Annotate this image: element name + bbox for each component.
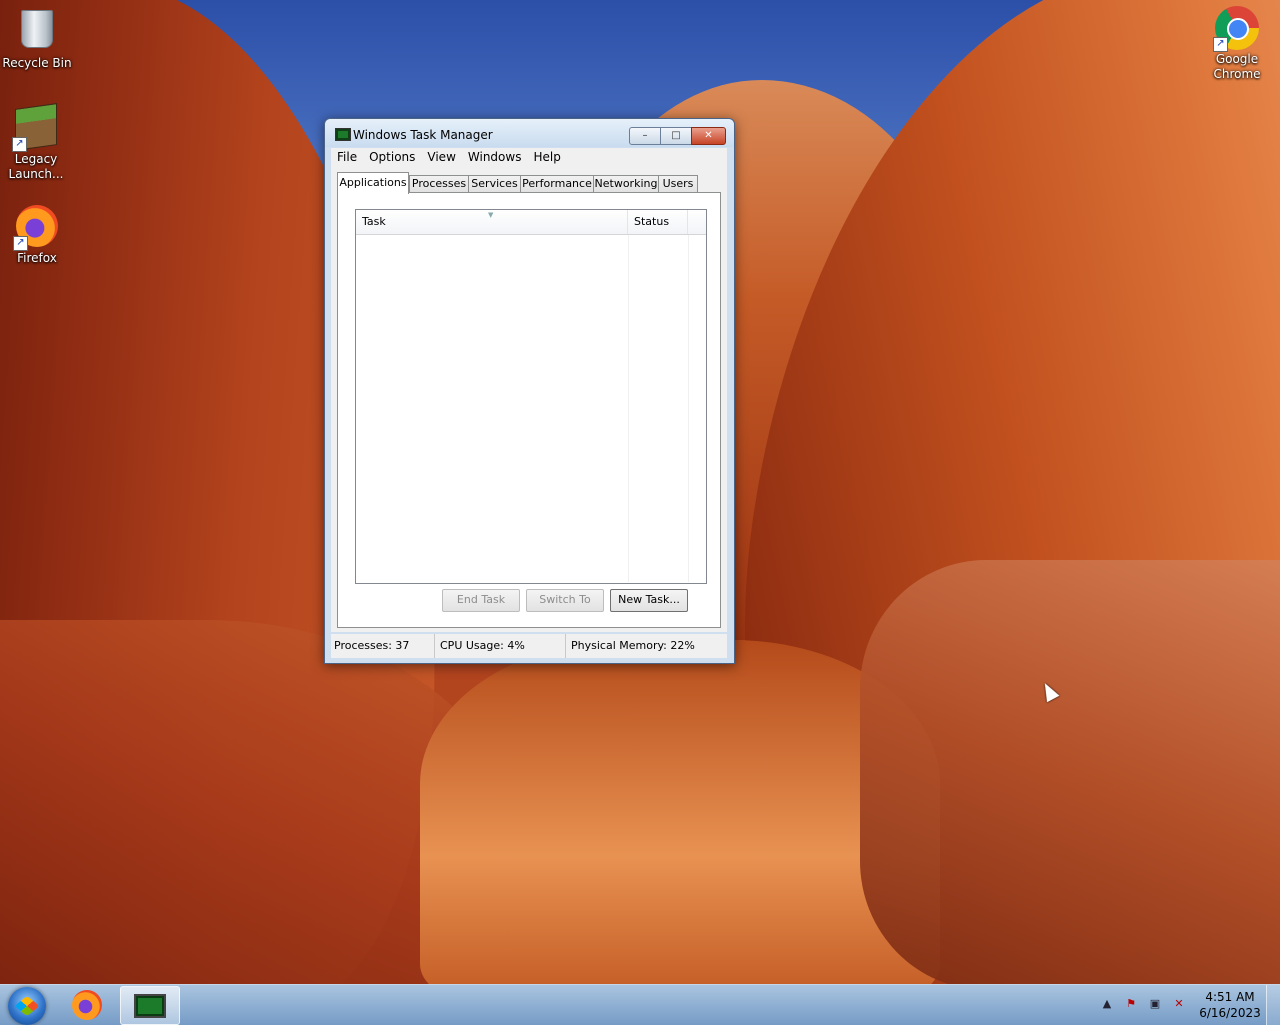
show-hidden-icons-button[interactable]: ▲ — [1100, 997, 1114, 1011]
task-list[interactable]: Task ▼ Status — [355, 209, 707, 584]
shortcut-arrow-icon: ↗ — [13, 236, 28, 251]
desktop-icon-chrome[interactable]: ↗ Google Chrome — [1200, 6, 1274, 82]
desktop-icon-legacy-launcher[interactable]: ↗ Legacy Launch... — [0, 103, 72, 182]
status-physical-memory: Physical Memory: 22% — [571, 639, 695, 652]
maximize-button[interactable]: □ — [660, 127, 692, 145]
firefox-icon — [72, 990, 102, 1020]
tab-users[interactable]: Users — [658, 175, 698, 193]
action-center-flag-icon[interactable]: ⚑ — [1124, 997, 1138, 1011]
window-title: Windows Task Manager — [353, 128, 493, 142]
client-area: Applications Processes Services Performa… — [331, 166, 727, 632]
tab-networking[interactable]: Networking — [593, 175, 659, 193]
start-button[interactable] — [8, 987, 46, 1025]
column-divider — [688, 235, 689, 582]
desktop-icon-label: Firefox — [17, 251, 57, 265]
desktop-icon-label: Recycle Bin — [2, 56, 72, 70]
tab-services[interactable]: Services — [468, 175, 521, 193]
title-bar[interactable]: Windows Task Manager – □ ✕ — [325, 119, 734, 147]
recycle-bin-icon — [15, 10, 59, 54]
column-divider — [628, 235, 629, 582]
desktop-icon-label: Legacy Launch... — [8, 152, 64, 181]
status-bar: Processes: 37 CPU Usage: 4% Physical Mem… — [331, 634, 727, 658]
menu-file[interactable]: File — [331, 148, 363, 166]
shortcut-arrow-icon: ↗ — [12, 137, 27, 152]
minecraft-launcher-icon: ↗ — [12, 103, 58, 152]
menu-view[interactable]: View — [421, 148, 461, 166]
end-task-button[interactable]: End Task — [442, 589, 520, 612]
close-button[interactable]: ✕ — [691, 127, 726, 145]
list-header: Task ▼ Status — [356, 210, 706, 235]
desktop-icon-label: Google Chrome — [1213, 52, 1261, 81]
clock-date: 6/16/2023 — [1199, 1006, 1261, 1020]
tab-applications[interactable]: Applications — [337, 172, 409, 194]
minimize-button[interactable]: – — [629, 127, 661, 145]
sort-arrow-icon: ▼ — [488, 211, 494, 219]
menu-windows[interactable]: Windows — [462, 148, 528, 166]
taskbar-task-manager[interactable] — [120, 986, 180, 1025]
applications-panel: Task ▼ Status End Task Switch To New Tas… — [337, 192, 721, 628]
menu-bar: File Options View Windows Help — [331, 148, 727, 166]
tab-processes[interactable]: Processes — [409, 175, 469, 193]
volume-muted-icon[interactable]: ✕ — [1172, 997, 1186, 1011]
chrome-icon: ↗ — [1213, 6, 1259, 52]
taskbar: ▲ ⚑ ▣ ✕ 4:51 AM 6/16/2023 — [0, 984, 1280, 1025]
status-processes: Processes: 37 — [331, 634, 435, 658]
task-manager-window: Windows Task Manager – □ ✕ File Options Vi… — [324, 118, 735, 664]
show-desktop-button[interactable] — [1266, 985, 1280, 1025]
desktop-icon-firefox[interactable]: ↗ Firefox — [0, 204, 74, 266]
wallpaper-rock — [860, 560, 1280, 984]
shortcut-arrow-icon: ↗ — [1213, 37, 1228, 52]
column-header-status[interactable]: Status — [628, 210, 688, 234]
clock-time: 4:51 AM — [1205, 990, 1255, 1004]
new-task-button[interactable]: New Task... — [610, 589, 688, 612]
task-manager-icon — [134, 994, 166, 1018]
task-manager-icon — [335, 128, 351, 141]
system-clock[interactable]: 4:51 AM 6/16/2023 — [1198, 989, 1262, 1021]
menu-options[interactable]: Options — [363, 148, 421, 166]
desktop-icon-recycle-bin[interactable]: Recycle Bin — [0, 6, 74, 71]
network-icon[interactable]: ▣ — [1148, 997, 1162, 1011]
menu-help[interactable]: Help — [527, 148, 566, 166]
taskbar-firefox[interactable] — [58, 986, 116, 1023]
switch-to-button[interactable]: Switch To — [526, 589, 604, 612]
tab-performance[interactable]: Performance — [520, 175, 594, 193]
firefox-icon: ↗ — [13, 205, 59, 251]
status-cpu-usage: CPU Usage: 4% — [435, 634, 566, 658]
